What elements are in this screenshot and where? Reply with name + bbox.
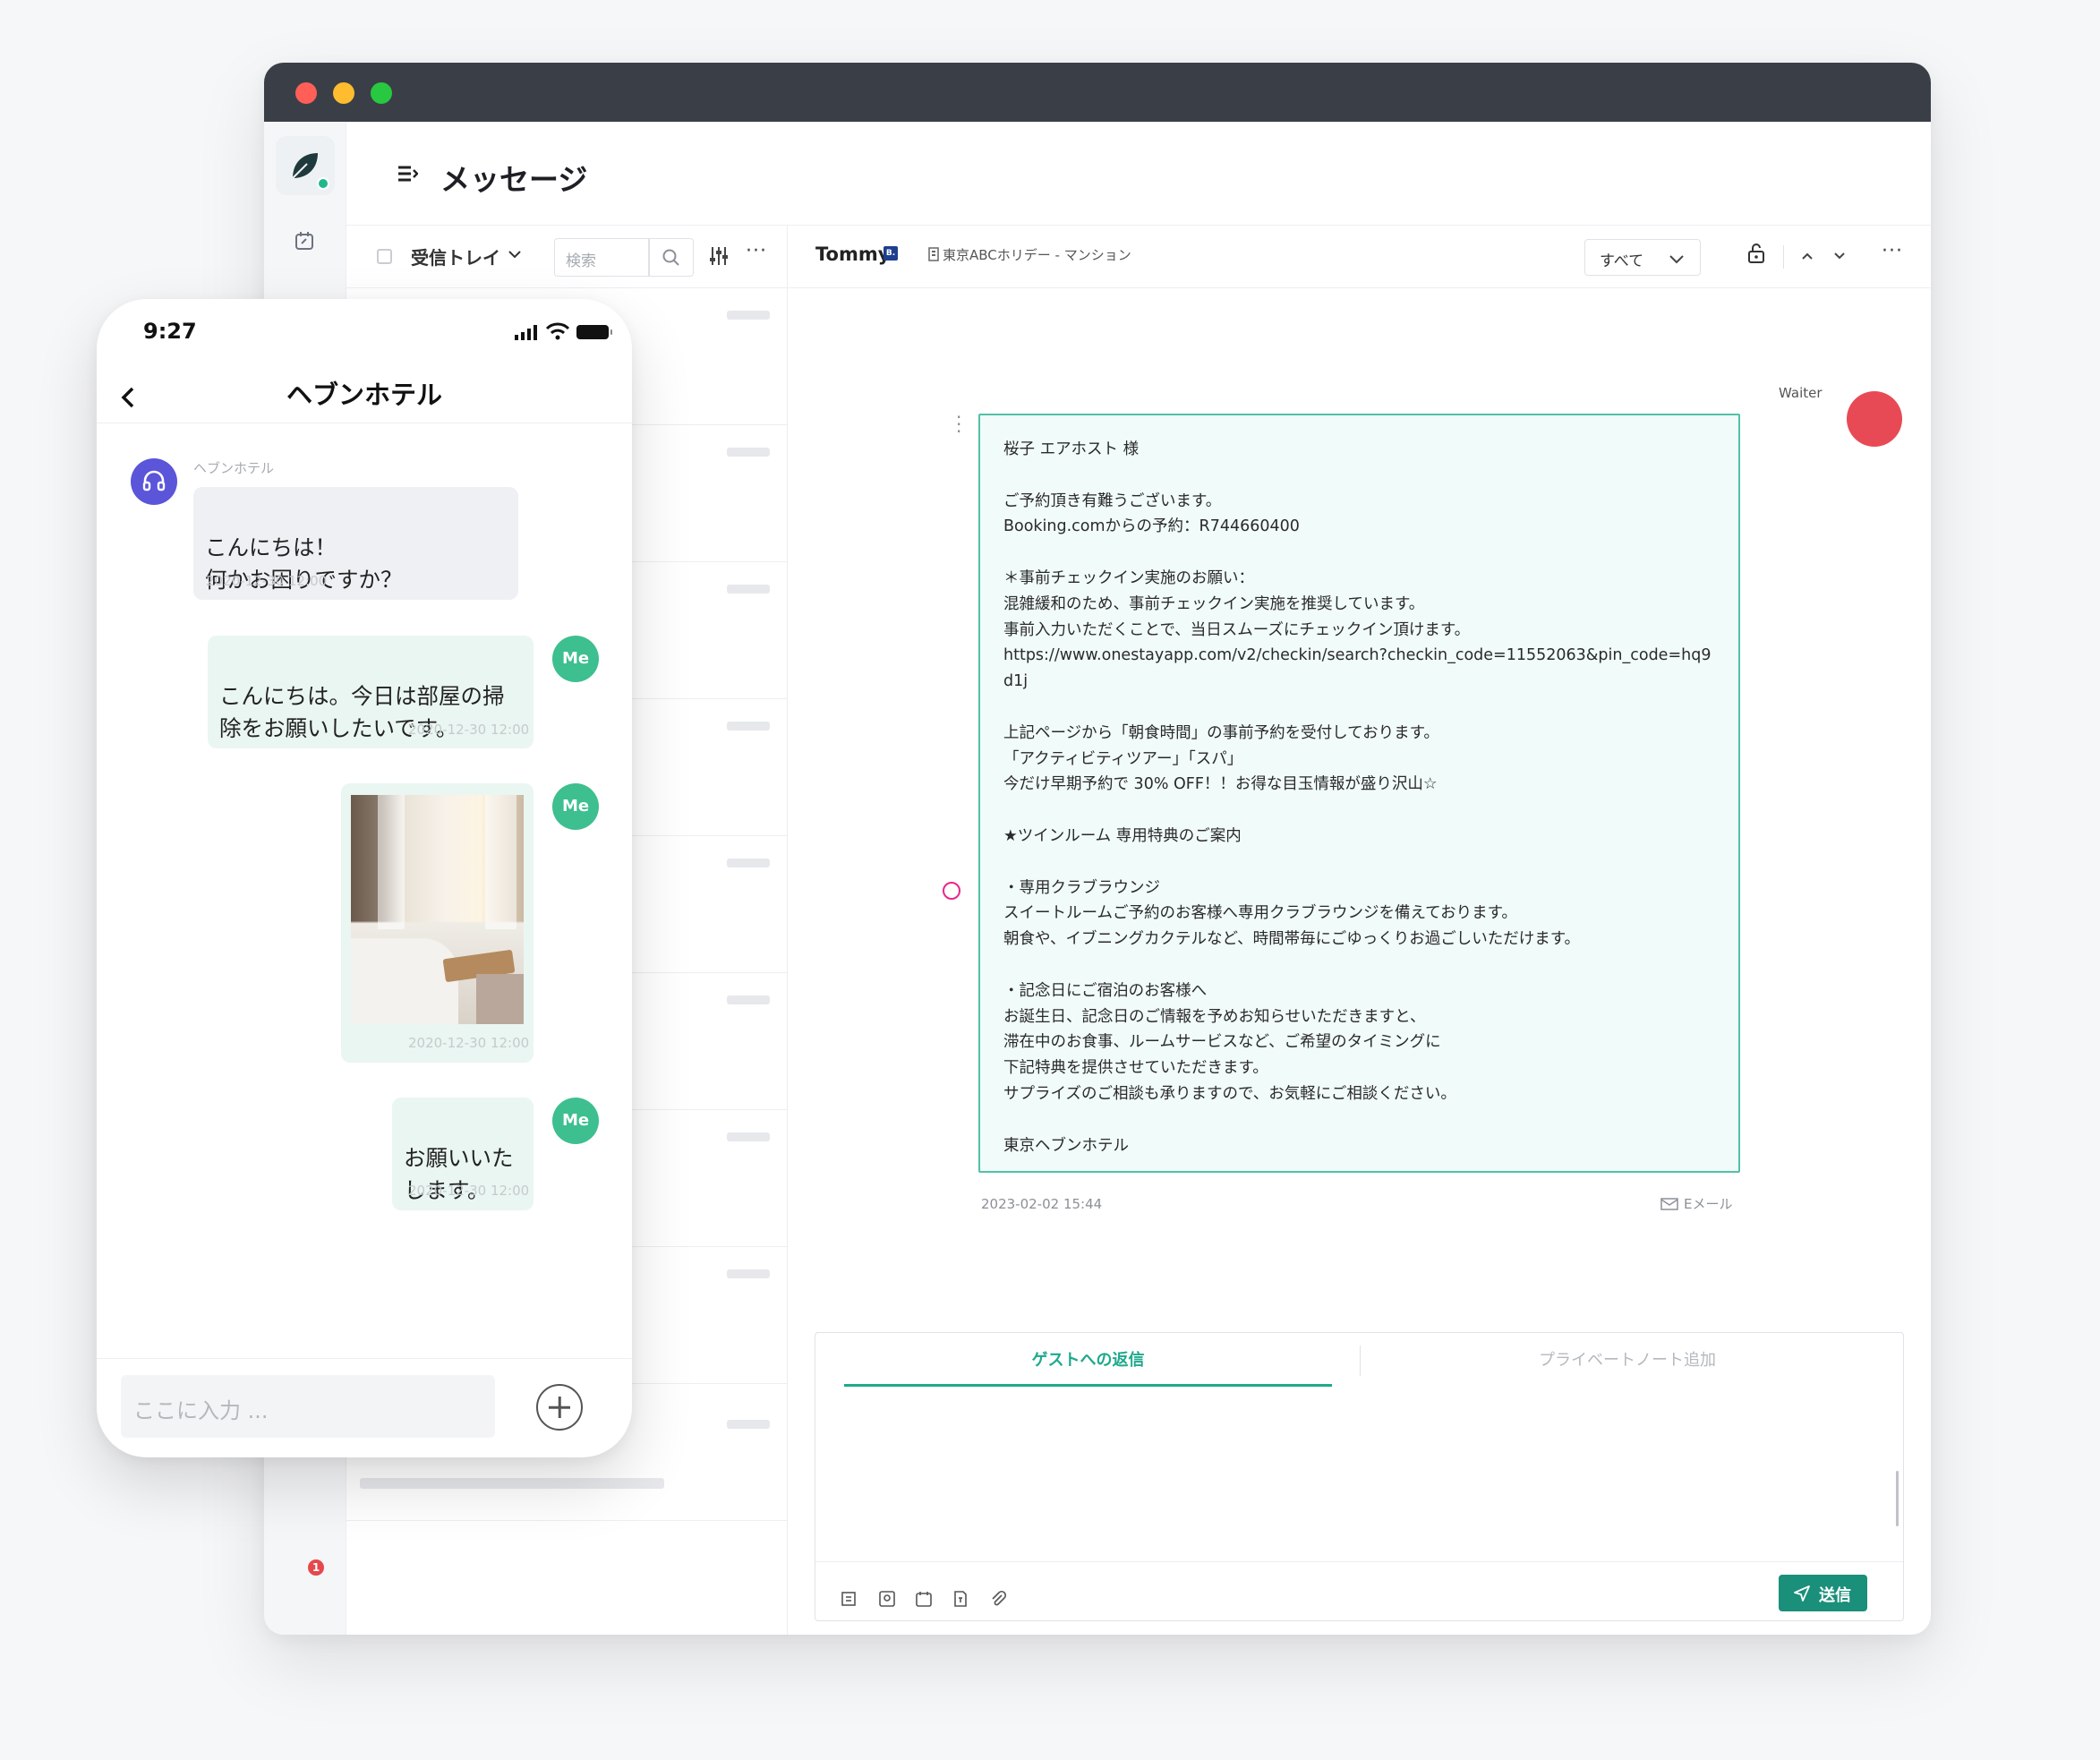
status-filter-value: すべて: [1600, 252, 1644, 270]
leaf-logo-icon: [292, 153, 318, 179]
list-more-icon[interactable]: ···: [746, 240, 767, 262]
guest-name[interactable]: Tommy: [815, 243, 890, 265]
reply-composer: ゲストへの返信 プライベートノート追加 送信: [815, 1332, 1904, 1621]
inbox-dropdown-label[interactable]: 受信トレイ: [411, 243, 500, 269]
room-photo[interactable]: [351, 795, 524, 1024]
lock-icon[interactable]: [1746, 243, 1766, 264]
calendar-icon[interactable]: [293, 229, 316, 252]
chevron-down-icon: [1669, 255, 1684, 264]
phone-mockup: 9:27 ヘブンホテル ヘブンホテル こんにちは！ 何かお困りですか？ 2020…: [97, 299, 632, 1457]
tab-divider: [1360, 1346, 1361, 1376]
select-all-checkbox[interactable]: [377, 249, 392, 264]
send-button[interactable]: 送信: [1779, 1575, 1867, 1611]
message-time: 2020-12-30 12:00: [408, 1035, 530, 1051]
tab-private-note[interactable]: プライベートノート追加: [1372, 1347, 1882, 1371]
sender-avatar[interactable]: [1847, 391, 1902, 447]
message-sender: Waiter: [1779, 385, 1823, 401]
message-channel: Eメール: [1684, 1196, 1733, 1212]
app-logo[interactable]: [276, 136, 335, 195]
building-icon: [928, 247, 939, 261]
hotel-avatar: [131, 458, 177, 505]
image-icon[interactable]: [878, 1590, 896, 1608]
chevron-down-icon[interactable]: [506, 245, 524, 263]
mail-icon: [1660, 1198, 1678, 1210]
reply-scrollbar[interactable]: [1896, 1471, 1899, 1526]
online-status-dot: [317, 177, 329, 190]
message-bubble: 桜子 エアホスト 様 ご予約頂き有難うございます。 Booking.comからの…: [978, 414, 1740, 1173]
filter-icon[interactable]: [709, 245, 729, 267]
chat-toolbar: Tommy B. 東京ABCホリデー - マンション すべて ···: [788, 226, 1931, 288]
search-divider: [648, 239, 650, 276]
search-input[interactable]: 検索: [554, 238, 694, 277]
send-icon: [1794, 1585, 1810, 1602]
composer-divider: [815, 1561, 1903, 1562]
hotel-sender-name: ヘブンホテル: [193, 460, 275, 476]
message-time: 2020-12-30 12:00: [408, 722, 530, 738]
chevron-up-icon[interactable]: [1799, 248, 1815, 264]
message-input[interactable]: ここに入力 ...: [121, 1375, 495, 1438]
message-timestamp: 2023-02-02 15:44: [981, 1196, 1103, 1212]
battery-icon: [576, 325, 612, 339]
toolbar-divider: [1783, 245, 1784, 269]
booking-source-badge: B.: [884, 246, 898, 261]
list-toolbar: 受信トレイ 検索 ···: [346, 226, 787, 288]
headset-icon: [142, 470, 166, 491]
send-button-label: 送信: [1819, 1586, 1851, 1605]
wifi-icon: [545, 322, 570, 340]
window-titlebar: [264, 63, 1931, 122]
me-avatar: Me: [552, 1098, 599, 1144]
document-icon[interactable]: [952, 1590, 969, 1608]
me-avatar: Me: [552, 783, 599, 830]
chevron-down-icon[interactable]: [1831, 248, 1848, 264]
page-header: メッセージ: [346, 122, 1931, 226]
message-time: 2020-12-30 12:00: [408, 1183, 530, 1199]
page-title: メッセージ: [440, 162, 588, 197]
maximize-window-button[interactable]: [371, 82, 392, 104]
minimize-window-button[interactable]: [333, 82, 354, 104]
chat-title: ヘブンホテル: [286, 380, 442, 410]
tab-guest-reply[interactable]: ゲストへの返信: [844, 1347, 1332, 1387]
search-icon[interactable]: [662, 248, 681, 268]
me-avatar: Me: [552, 636, 599, 682]
message-more-icon[interactable]: · · ·: [956, 408, 961, 440]
status-filter-select[interactable]: すべて: [1584, 239, 1701, 276]
template-icon[interactable]: [841, 1590, 858, 1608]
input-divider: [97, 1358, 632, 1359]
message-time: 2020-12-30 12:00: [206, 573, 328, 589]
chat-more-icon[interactable]: ···: [1882, 240, 1903, 262]
calendar-icon[interactable]: [915, 1590, 933, 1608]
notification-badge[interactable]: 1: [308, 1559, 324, 1576]
status-time: 9:27: [143, 319, 197, 344]
paperclip-icon[interactable]: [989, 1590, 1007, 1608]
menu-icon[interactable]: [397, 165, 418, 183]
property-name[interactable]: 東京ABCホリデー - マンション: [943, 245, 1131, 264]
cursor-marker: [943, 882, 960, 900]
close-window-button[interactable]: [295, 82, 317, 104]
search-placeholder: 検索: [566, 252, 596, 270]
chat-panel: Tommy B. 東京ABCホリデー - マンション すべて ··· Waite…: [788, 226, 1931, 1635]
plus-icon[interactable]: [536, 1384, 583, 1431]
signal-icon: [515, 325, 537, 340]
